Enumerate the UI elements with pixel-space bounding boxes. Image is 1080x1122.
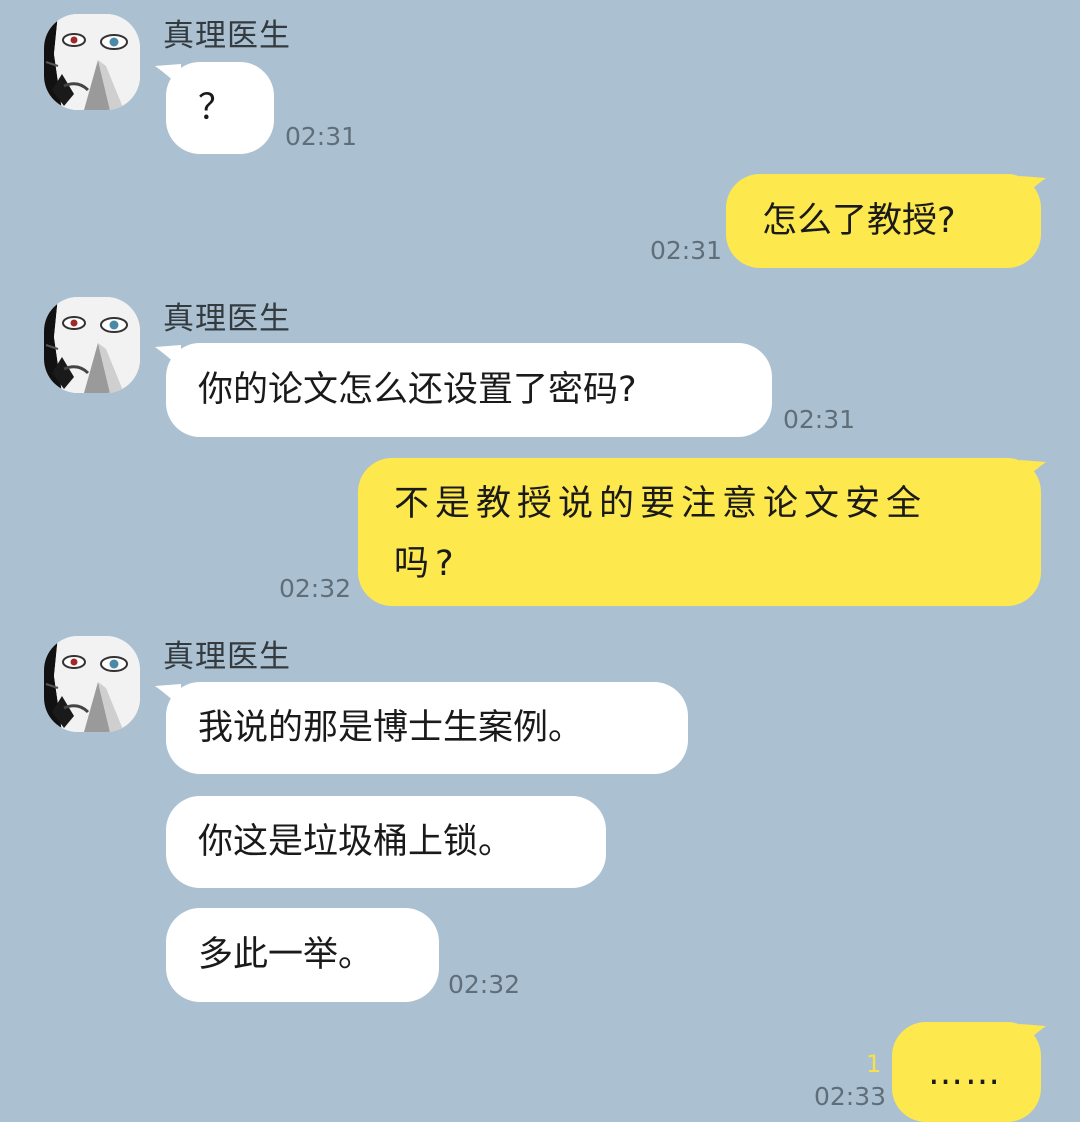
message-bubble[interactable]: 怎么了教授? [726, 174, 1041, 268]
message-bubble[interactable]: 你这是垃圾桶上锁。 [166, 796, 606, 888]
avatar-portrait-icon [44, 297, 140, 393]
sender-name: 真理医生 [163, 639, 291, 675]
contact-avatar[interactable] [44, 636, 140, 732]
message-text: 怎么了教授? [762, 201, 956, 241]
message-text: 你的论文怎么还设置了密码? [198, 370, 637, 410]
avatar-portrait-icon [44, 14, 140, 110]
message-text: 我说的那是博士生案例。 [198, 708, 584, 748]
message-time: 02:32 [448, 970, 521, 999]
message-time: 02:31 [650, 236, 723, 265]
message-bubble[interactable]: 我说的那是博士生案例。 [166, 682, 688, 774]
chat-area[interactable]: 真理医生 ？ 02:31 02:31 怎么了教授? 真理医生 你的论文怎么还设置… [0, 0, 1080, 1122]
message-text-line: 不是教授说的要注意论文安全 [394, 484, 928, 524]
message-time: 02:33 [814, 1082, 887, 1111]
bubble-tail [1020, 460, 1046, 484]
message-bubble[interactable]: ？ [166, 62, 274, 154]
message-bubble[interactable]: 多此一举。 [166, 908, 439, 1002]
unread-count-badge: 1 [866, 1050, 882, 1078]
message-time: 02:32 [279, 574, 352, 603]
message-time: 02:31 [783, 405, 856, 434]
message-text: ？ [198, 88, 234, 128]
message-text: 你这是垃圾桶上锁。 [198, 822, 514, 862]
bubble-tail [1020, 1024, 1046, 1048]
message-bubble[interactable]: 不是教授说的要注意论文安全 吗? [358, 458, 1041, 606]
message-bubble[interactable]: 你的论文怎么还设置了密码? [166, 343, 772, 437]
bubble-tail [1020, 176, 1046, 200]
message-text-line: 吗? [394, 544, 460, 584]
contact-avatar[interactable] [44, 297, 140, 393]
message-text: …… [928, 1053, 1002, 1093]
sender-name: 真理医生 [163, 301, 291, 337]
message-bubble[interactable]: …… [892, 1022, 1041, 1122]
avatar-portrait-icon [44, 636, 140, 732]
contact-avatar[interactable] [44, 14, 140, 110]
message-text: 多此一举。 [198, 935, 374, 975]
message-time: 02:31 [285, 122, 358, 151]
sender-name: 真理医生 [163, 18, 291, 54]
